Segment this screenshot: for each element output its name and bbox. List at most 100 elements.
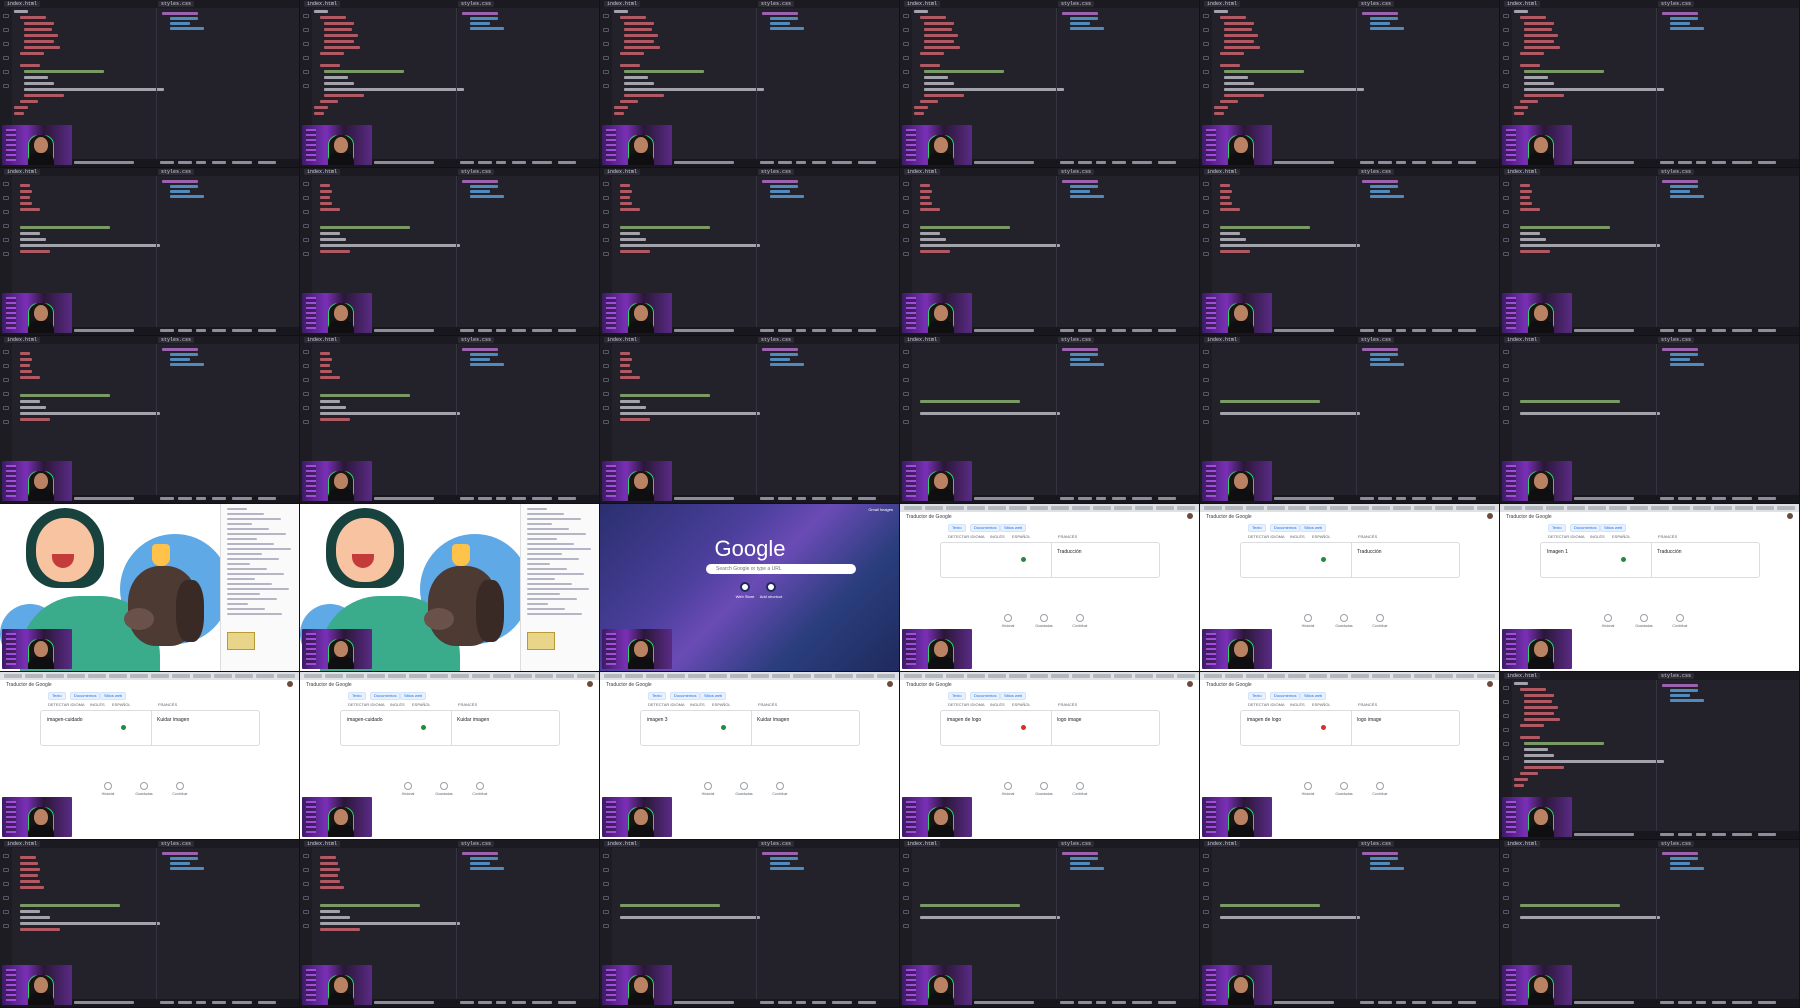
browser-tab[interactable] <box>1135 506 1153 510</box>
video-frame-thumbnail[interactable]: Gmail Images Google Search Google or type … <box>600 504 900 672</box>
remote-icon[interactable] <box>603 84 609 88</box>
tab-websites[interactable]: Sitios web <box>700 692 727 700</box>
video-frame-thumbnail[interactable]: index.html styles.css <box>600 336 900 504</box>
browser-tab[interactable] <box>172 674 190 678</box>
browser-tab[interactable] <box>1351 674 1369 678</box>
language-option[interactable]: INGLÉS <box>1290 534 1305 539</box>
remote-icon[interactable] <box>1503 756 1509 760</box>
remote-icon[interactable] <box>3 420 9 424</box>
mic-icon[interactable] <box>421 725 426 730</box>
mic-icon[interactable] <box>1021 557 1026 562</box>
avatar[interactable] <box>887 681 893 687</box>
tab-documents[interactable]: Documentos <box>370 692 401 700</box>
debug-icon[interactable] <box>3 56 9 60</box>
css-tab[interactable]: styles.css <box>1058 337 1095 343</box>
extensions-icon[interactable] <box>1503 406 1509 410</box>
git-icon[interactable] <box>603 882 609 886</box>
avatar[interactable] <box>1187 513 1193 519</box>
browser-tab[interactable] <box>1525 506 1543 510</box>
tab-text[interactable]: Texto <box>948 524 966 532</box>
css-code-area[interactable] <box>462 346 594 494</box>
browser-tab[interactable] <box>1135 674 1153 678</box>
file-tab[interactable]: index.html <box>304 337 341 343</box>
extensions-icon[interactable] <box>1203 70 1209 74</box>
debug-icon[interactable] <box>303 224 309 228</box>
file-tab[interactable]: index.html <box>4 337 41 343</box>
saved-icon[interactable] <box>1640 614 1648 622</box>
video-frame-thumbnail[interactable]: index.html styles.css <box>900 168 1200 336</box>
browser-tab[interactable] <box>793 674 811 678</box>
tab-text[interactable]: Texto <box>348 692 366 700</box>
file-tab[interactable]: index.html <box>4 169 41 175</box>
browser-tab[interactable] <box>346 674 364 678</box>
debug-icon[interactable] <box>903 392 909 396</box>
language-option[interactable]: DETECTAR IDIOMA <box>1248 534 1285 539</box>
source-text-input[interactable]: Imagen 1 <box>1547 549 1568 555</box>
video-frame-thumbnail[interactable]: index.html styles.css <box>300 336 600 504</box>
browser-tab[interactable] <box>1309 506 1327 510</box>
browser-tab[interactable] <box>751 674 769 678</box>
git-icon[interactable] <box>1203 882 1209 886</box>
browser-tab[interactable] <box>493 674 511 678</box>
history-icon[interactable] <box>104 782 112 790</box>
tab-text[interactable]: Texto <box>1248 692 1266 700</box>
source-text-input[interactable]: imagen-cuidado <box>47 717 83 723</box>
file-tab[interactable]: index.html <box>1204 1 1241 7</box>
browser-tab[interactable] <box>1177 506 1195 510</box>
browser-tab[interactable] <box>67 674 85 678</box>
files-icon[interactable] <box>1203 854 1209 858</box>
css-tab[interactable]: styles.css <box>458 841 495 847</box>
tab-websites[interactable]: Sitios web <box>100 692 127 700</box>
css-tab[interactable]: styles.css <box>758 841 795 847</box>
search-icon[interactable] <box>603 868 609 872</box>
video-frame-thumbnail[interactable]: Traductor de Google Texto Documentos Sitios… <box>900 672 1200 840</box>
debug-icon[interactable] <box>1503 56 1509 60</box>
browser-tab[interactable] <box>1609 506 1627 510</box>
browser-tab[interactable] <box>1204 506 1222 510</box>
extensions-icon[interactable] <box>903 238 909 242</box>
tab-text[interactable]: Texto <box>1548 524 1566 532</box>
browser-tab[interactable] <box>1393 674 1411 678</box>
extensions-icon[interactable] <box>3 406 9 410</box>
css-code-area[interactable] <box>1062 178 1194 326</box>
language-option[interactable]: FRANCÉS <box>758 702 777 707</box>
video-frame-thumbnail[interactable]: Traductor de Google Texto Documentos Sitios… <box>1200 504 1500 672</box>
language-option[interactable]: DETECTAR IDIOMA <box>48 702 85 707</box>
browser-tab[interactable] <box>1435 506 1453 510</box>
files-icon[interactable] <box>303 182 309 186</box>
tab-documents[interactable]: Documentos <box>970 692 1001 700</box>
video-frame-thumbnail[interactable]: index.html styles.css <box>0 336 300 504</box>
css-tab[interactable]: styles.css <box>458 169 495 175</box>
video-frame-thumbnail[interactable]: index.html styles.css <box>1500 168 1800 336</box>
tab-documents[interactable]: Documentos <box>970 524 1001 532</box>
browser-tab[interactable] <box>1504 506 1522 510</box>
google-top-links[interactable]: Gmail Images <box>868 507 893 512</box>
css-code-area[interactable] <box>1662 178 1794 326</box>
css-tab[interactable]: styles.css <box>1358 841 1395 847</box>
video-frame-thumbnail[interactable]: Traductor de Google Texto Documentos Sitios… <box>300 672 600 840</box>
video-frame-thumbnail[interactable]: index.html styles.css <box>0 0 300 168</box>
browser-tab[interactable] <box>1309 674 1327 678</box>
browser-tab[interactable] <box>877 674 895 678</box>
language-option[interactable]: INGLÉS <box>90 702 105 707</box>
remote-icon[interactable] <box>1203 420 1209 424</box>
files-icon[interactable] <box>303 14 309 18</box>
search-icon[interactable] <box>303 364 309 368</box>
git-icon[interactable] <box>1203 210 1209 214</box>
search-icon[interactable] <box>303 28 309 32</box>
language-option[interactable]: DETECTAR IDIOMA <box>948 534 985 539</box>
git-icon[interactable] <box>903 210 909 214</box>
browser-tab[interactable] <box>1288 674 1306 678</box>
browser-tab[interactable] <box>1651 506 1669 510</box>
browser-tab[interactable] <box>1435 674 1453 678</box>
mic-icon[interactable] <box>1021 725 1026 730</box>
browser-tab[interactable] <box>88 674 106 678</box>
video-frame-thumbnail[interactable]: index.html styles.css <box>1200 168 1500 336</box>
browser-tab[interactable] <box>988 506 1006 510</box>
browser-tab[interactable] <box>1288 506 1306 510</box>
language-option[interactable]: INGLÉS <box>1290 702 1305 707</box>
browser-tab[interactable] <box>256 674 274 678</box>
css-code-area[interactable] <box>1662 10 1794 158</box>
video-frame-thumbnail[interactable]: index.html styles.css <box>300 0 600 168</box>
search-icon[interactable] <box>903 28 909 32</box>
